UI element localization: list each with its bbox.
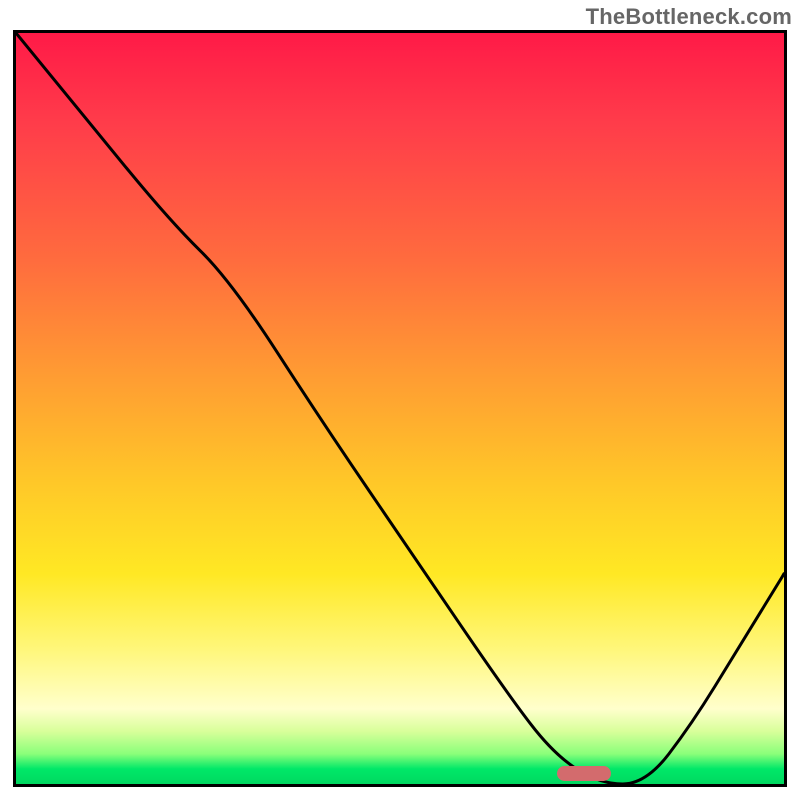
- bottleneck-curve: [16, 33, 784, 784]
- plot-area: [13, 30, 787, 787]
- watermark-text: TheBottleneck.com: [586, 4, 792, 30]
- chart-container: TheBottleneck.com: [0, 0, 800, 800]
- optimal-zone-marker: [557, 766, 611, 781]
